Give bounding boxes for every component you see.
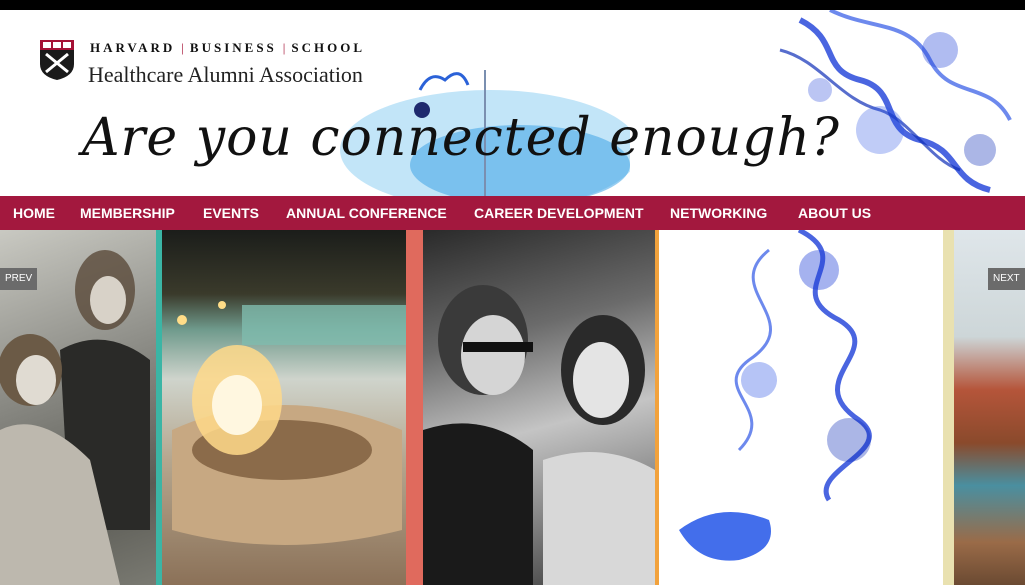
association-name: Healthcare Alumni Association bbox=[88, 62, 363, 87]
school-word-harvard: HARVARD bbox=[90, 40, 176, 55]
school-separator: | bbox=[181, 40, 184, 55]
nav-item-annual-conference[interactable]: ANNUAL CONFERENCE bbox=[286, 196, 447, 230]
photo-carousel: PREV NEXT bbox=[0, 230, 1025, 585]
nav-item-events[interactable]: EVENTS bbox=[203, 196, 259, 230]
nav-item-career-development[interactable]: CAREER DEVELOPMENT bbox=[474, 196, 644, 230]
harvard-shield-logo-icon bbox=[40, 40, 74, 80]
carousel-photo-blue-ink[interactable] bbox=[659, 230, 943, 585]
carousel-prev-button[interactable]: PREV bbox=[0, 268, 38, 290]
main-nav: HOME MEMBERSHIP EVENTS ANNUAL CONFERENCE… bbox=[0, 196, 1025, 230]
school-name: HARVARD | BUSINESS | SCHOOL bbox=[90, 40, 365, 56]
carousel-divider bbox=[943, 230, 954, 585]
blue-ink-drop-illustration bbox=[679, 230, 872, 561]
nav-item-membership[interactable]: MEMBERSHIP bbox=[80, 196, 175, 230]
carousel-next-button[interactable]: NEXT bbox=[988, 268, 1025, 290]
school-separator: | bbox=[282, 40, 286, 55]
blue-ink-cloud-image bbox=[779, 10, 1012, 193]
nav-item-home[interactable]: HOME bbox=[13, 196, 55, 230]
event-guests-illustration bbox=[423, 285, 655, 585]
tagline: Are you connected enough? bbox=[82, 108, 840, 168]
nav-item-about-us[interactable]: ABOUT US bbox=[798, 196, 871, 230]
fire-pit-illustration bbox=[172, 301, 406, 545]
carousel-divider bbox=[406, 230, 423, 585]
top-black-bar bbox=[0, 0, 1025, 10]
carousel-photo-networking-event[interactable] bbox=[423, 230, 655, 585]
school-word-school: SCHOOL bbox=[291, 40, 366, 55]
site-header: HARVARD | BUSINESS | SCHOOL Healthcare Alumn… bbox=[0, 10, 1025, 196]
school-word-business: BUSINESS bbox=[189, 40, 277, 55]
carousel-photo-fire-pit-pool[interactable] bbox=[162, 230, 406, 585]
nav-item-networking[interactable]: NETWORKING bbox=[670, 196, 767, 230]
